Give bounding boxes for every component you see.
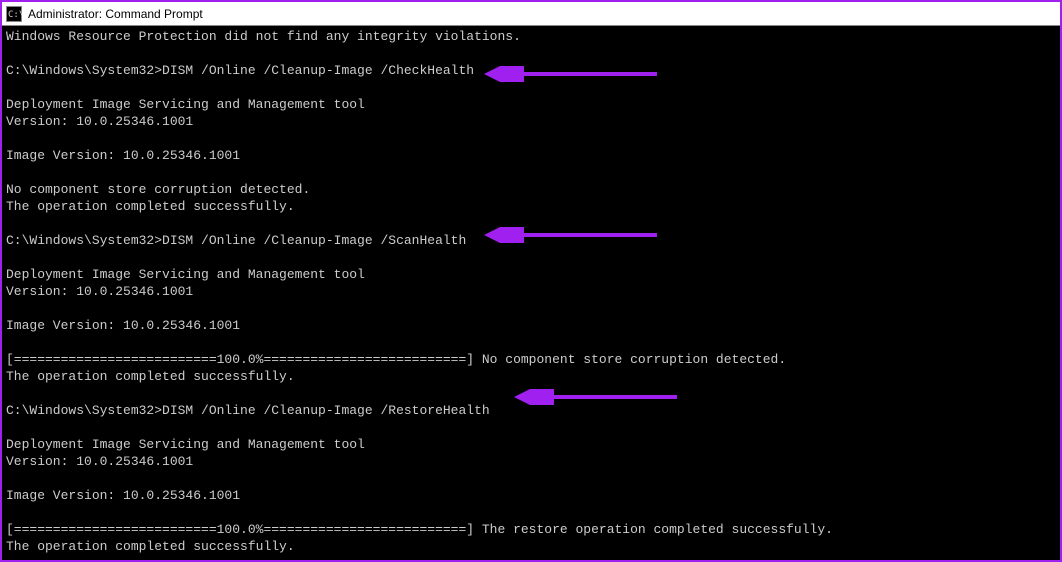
- svg-text:C:\: C:\: [8, 10, 22, 20]
- terminal-line: [6, 504, 1056, 521]
- terminal-line: The operation completed successfully.: [6, 198, 1056, 215]
- terminal-line: Deployment Image Servicing and Managemen…: [6, 96, 1056, 113]
- window-frame: C:\ Administrator: Command Prompt Window…: [0, 0, 1062, 562]
- terminal-line: [6, 385, 1056, 402]
- terminal-line: Deployment Image Servicing and Managemen…: [6, 436, 1056, 453]
- titlebar[interactable]: C:\ Administrator: Command Prompt: [2, 2, 1060, 26]
- terminal-line: The operation completed successfully.: [6, 538, 1056, 555]
- terminal-line: Windows Resource Protection did not find…: [6, 28, 1056, 45]
- terminal-line: [6, 79, 1056, 96]
- terminal-line: Image Version: 10.0.25346.1001: [6, 317, 1056, 334]
- terminal-line: [6, 555, 1056, 560]
- terminal-line: The operation completed successfully.: [6, 368, 1056, 385]
- terminal-output[interactable]: Windows Resource Protection did not find…: [2, 26, 1060, 560]
- cmd-icon: C:\: [6, 6, 22, 22]
- terminal-line: No component store corruption detected.: [6, 181, 1056, 198]
- window-title: Administrator: Command Prompt: [28, 7, 203, 21]
- terminal-line: C:\Windows\System32>DISM /Online /Cleanu…: [6, 402, 1056, 419]
- terminal-line: Image Version: 10.0.25346.1001: [6, 147, 1056, 164]
- terminal-line: Version: 10.0.25346.1001: [6, 113, 1056, 130]
- terminal-line: C:\Windows\System32>DISM /Online /Cleanu…: [6, 62, 1056, 79]
- terminal-line: [6, 470, 1056, 487]
- terminal-line: C:\Windows\System32>DISM /Online /Cleanu…: [6, 232, 1056, 249]
- terminal-line: [6, 215, 1056, 232]
- terminal-line: [6, 419, 1056, 436]
- terminal-line: [6, 249, 1056, 266]
- terminal-line: [6, 164, 1056, 181]
- terminal-line: Version: 10.0.25346.1001: [6, 283, 1056, 300]
- terminal-line: [==========================100.0%=======…: [6, 521, 1056, 538]
- terminal-line: Deployment Image Servicing and Managemen…: [6, 266, 1056, 283]
- terminal-line: [6, 130, 1056, 147]
- terminal-line: Version: 10.0.25346.1001: [6, 453, 1056, 470]
- terminal-line: [==========================100.0%=======…: [6, 351, 1056, 368]
- terminal-line: [6, 45, 1056, 62]
- terminal-line: [6, 334, 1056, 351]
- terminal-line: Image Version: 10.0.25346.1001: [6, 487, 1056, 504]
- terminal-line: [6, 300, 1056, 317]
